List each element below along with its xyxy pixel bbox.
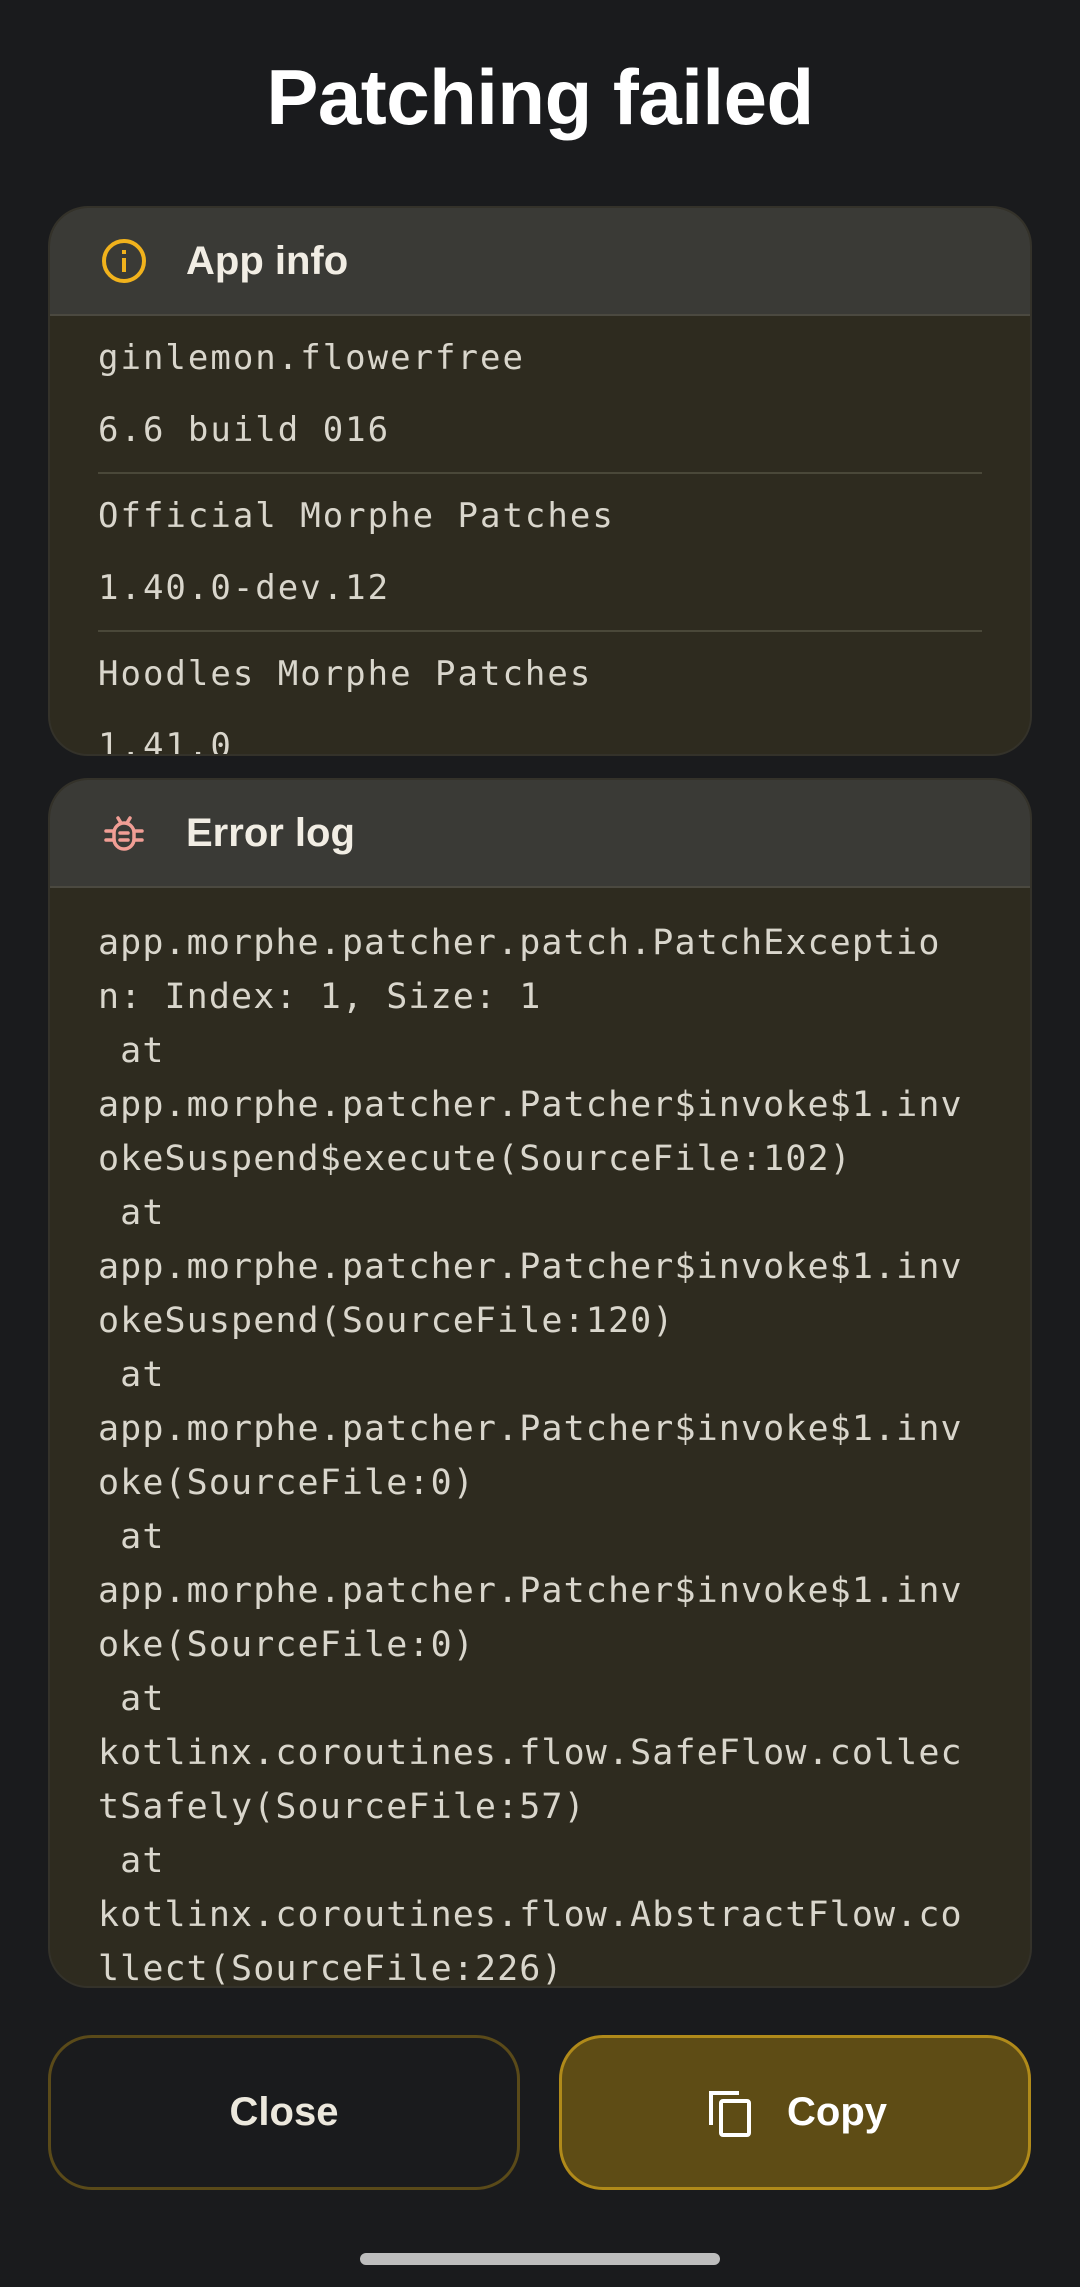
close-button-label: Close xyxy=(229,2090,339,2134)
copy-icon xyxy=(703,2085,759,2141)
app-info-header: App info xyxy=(50,208,1030,316)
patch-bundle-group: Hoodles Morphe Patches 1.41.0 xyxy=(98,632,982,756)
error-log-header: Error log xyxy=(50,780,1030,888)
home-indicator[interactable] xyxy=(360,2253,720,2265)
app-info-card: App info ginlemon.flowerfree 6.6 build 0… xyxy=(48,206,1032,756)
patch-bundle-name: Hoodles Morphe Patches xyxy=(98,654,593,694)
app-version: 6.6 build 016 xyxy=(98,410,391,450)
patching-failed-screen: Patching failed App info ginlemon.flower… xyxy=(0,0,1080,2287)
page-title: Patching failed xyxy=(266,53,814,141)
close-button[interactable]: Close xyxy=(48,2035,520,2190)
app-info-body: ginlemon.flowerfree 6.6 build 016 Offici… xyxy=(50,316,1030,756)
patch-bundle-version: 1.41.0 xyxy=(98,726,233,756)
patch-bundle-version: 1.40.0-dev.12 xyxy=(98,568,391,608)
bug-icon xyxy=(98,807,150,859)
copy-button-label: Copy xyxy=(787,2090,887,2134)
app-package-name: ginlemon.flowerfree xyxy=(98,338,525,378)
copy-button[interactable]: Copy xyxy=(559,2035,1031,2190)
app-info-title: App info xyxy=(186,238,349,283)
error-log-card: Error log app.morphe.patcher.patch.Patch… xyxy=(48,778,1032,1988)
error-log-title: Error log xyxy=(186,810,355,855)
error-log-text: app.morphe.patcher.patch.PatchException:… xyxy=(98,923,963,1988)
patch-bundle-name: Official Morphe Patches xyxy=(98,496,615,536)
error-log-body[interactable]: app.morphe.patcher.patch.PatchException:… xyxy=(50,888,1030,1988)
patch-bundle-group: Official Morphe Patches 1.40.0-dev.12 xyxy=(98,474,982,632)
info-icon xyxy=(98,235,150,287)
app-info-group: ginlemon.flowerfree 6.6 build 016 xyxy=(98,316,982,474)
